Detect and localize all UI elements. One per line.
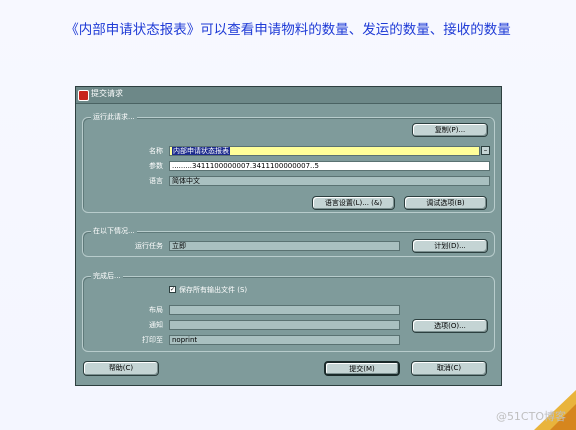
dialog-title: 提交请求 [91,89,123,98]
layout-label: 布局 [149,306,163,314]
language-settings-button[interactable]: 语言设置(L)... (&) [312,196,395,210]
copy-button[interactable]: 复制(P)... [412,123,488,137]
schedule-group-label: 在以下情况... [91,226,137,236]
watermark: @51CTO博客 [495,410,566,423]
dialog-titlebar[interactable]: 提交请求 [76,87,501,104]
help-button[interactable]: 帮助(C) [83,361,159,376]
save-outputs-label: 保存所有输出文件 (S) [179,286,248,294]
name-label: 名称 [149,147,163,155]
cancel-button[interactable]: 取消(C) [411,361,487,376]
layout-field [169,305,400,315]
run-task-label: 运行任务 [135,242,163,250]
submit-request-dialog: 提交请求 运行此请求... 复制(P)... 名称 内部申请状态报表 – 参数 … [75,86,502,386]
language-field: 简体中文 [169,176,490,186]
submit-button[interactable]: 提交(M) [324,361,400,376]
notify-field [169,320,400,330]
name-field[interactable]: 内部申请状态报表 [169,146,480,156]
save-outputs-checkbox[interactable]: ✓ [169,286,176,293]
schedule-button[interactable]: 计划(D)... [412,239,488,253]
print-to-field: noprint [169,335,400,345]
name-field-value: 内部申请状态报表 [172,147,230,155]
oracle-app-icon [78,90,89,101]
run-request-group: 运行此请求... 复制(P)... 名称 内部申请状态报表 – 参数 .....… [82,112,495,213]
completion-group: 完成后... ✓ 保存所有输出文件 (S) 布局 通知 打印至 noprint … [82,271,495,352]
parameters-field[interactable]: .........3411100000007.3411100000007..5 [169,161,490,171]
language-label: 语言 [149,177,163,185]
slide-title: 《内部申请状态报表》可以查看申请物料的数量、发运的数量、接收的数量 [65,22,511,38]
schedule-group: 在以下情况... 运行任务 立即 计划(D)... [82,226,495,257]
debug-options-button[interactable]: 调试选项(B) [404,196,487,210]
parameters-label: 参数 [149,162,163,170]
run-request-group-label: 运行此请求... [91,112,137,122]
run-task-field: 立即 [169,241,400,251]
completion-group-label: 完成后... [91,271,123,281]
print-to-label: 打印至 [142,336,163,344]
list-of-values-button[interactable]: – [481,146,490,155]
notify-label: 通知 [149,321,163,329]
options-button[interactable]: 选项(O)... [412,319,488,333]
